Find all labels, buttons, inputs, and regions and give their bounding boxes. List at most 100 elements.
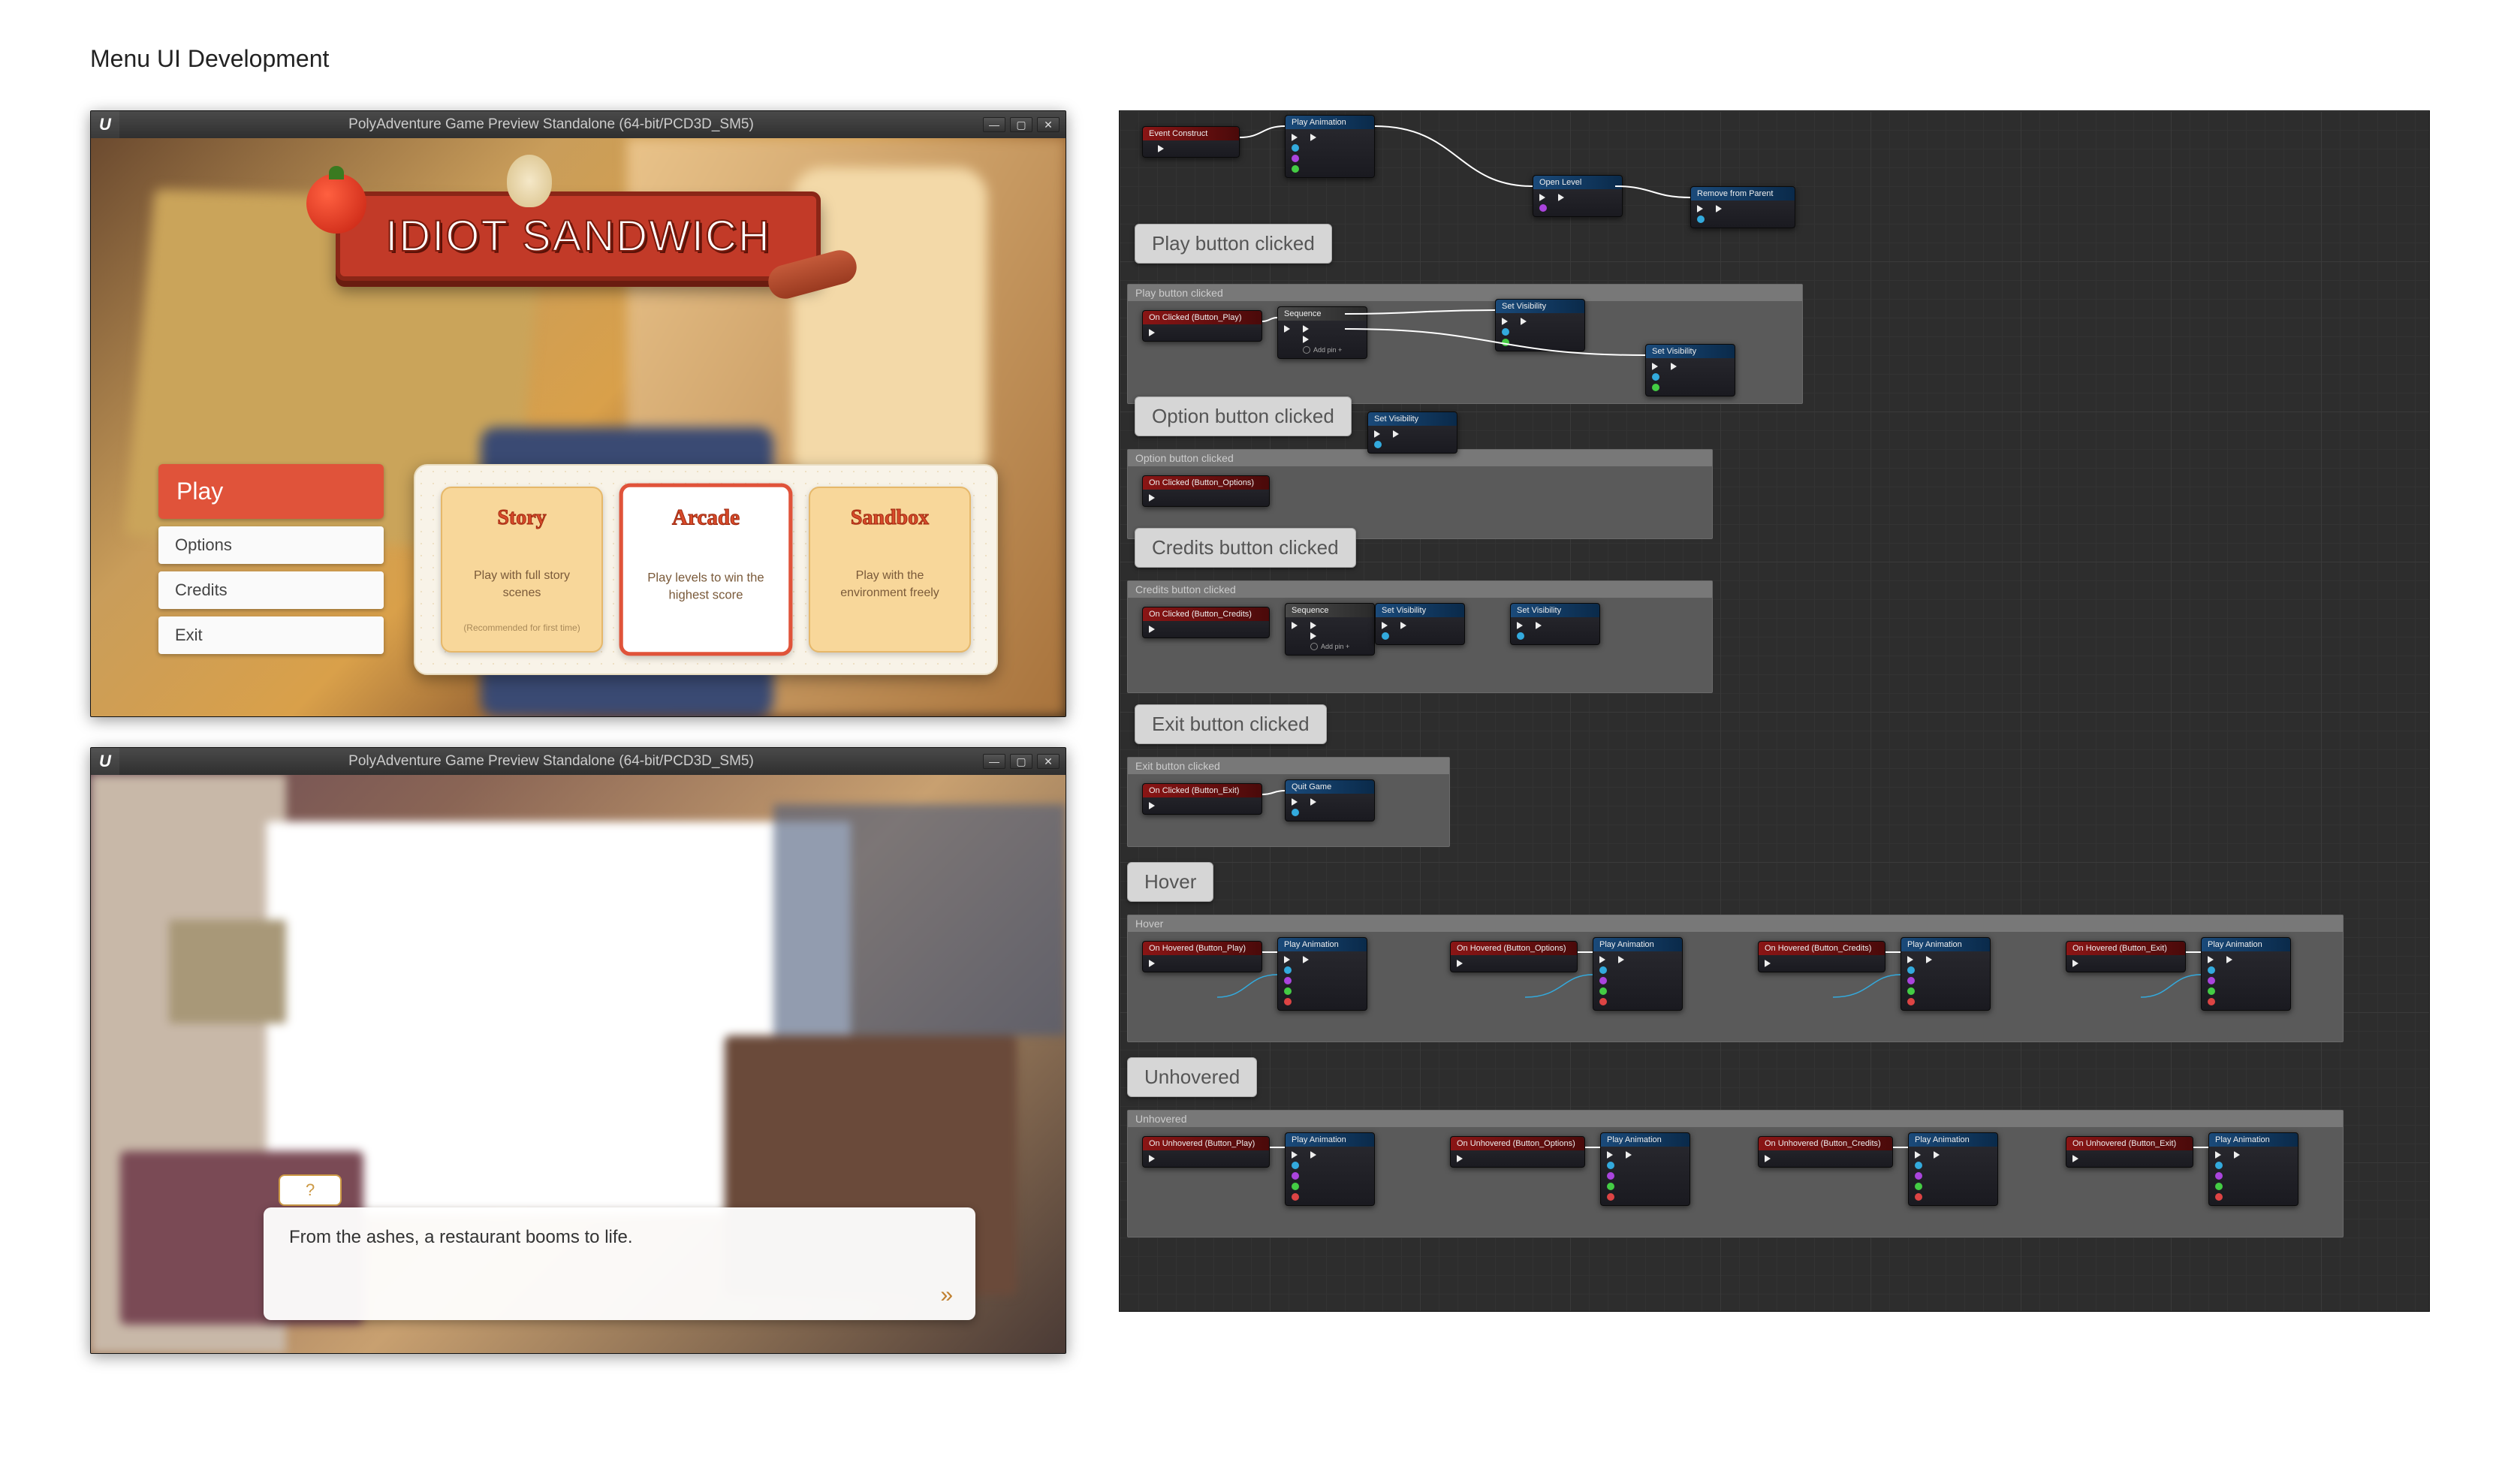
node-title: Play Animation [1601,1133,1690,1147]
mode-story-note: (Recommended for first time) [463,622,580,633]
node-set-visibility[interactable]: Set Visibility [1495,299,1585,351]
node-event-construct[interactable]: Event Construct [1142,126,1240,158]
close-button[interactable]: ✕ [1037,754,1060,769]
node-title: Play Animation [1286,1133,1374,1147]
node-sequence[interactable]: Sequence Add pin + [1277,306,1367,359]
node-set-visibility[interactable]: Set Visibility [1645,344,1735,396]
vn-viewport[interactable]: ? From the ashes, a restaurant booms to … [91,775,1066,1353]
node-title: Play Animation [1286,116,1374,129]
node-title: On Clicked (Button_Play) [1143,311,1262,324]
blueprint-graph[interactable]: Event Construct Play Animation Open Leve… [1119,110,2430,1312]
node-onunhovered-play[interactable]: On Unhovered (Button_Play) [1142,1136,1270,1168]
node-play-animation[interactable]: Play Animation [1285,115,1375,178]
node-onclicked-options[interactable]: On Clicked (Button_Options) [1142,475,1270,507]
node-remove-from-parent[interactable]: Remove from Parent [1690,186,1795,228]
menu-exit-button[interactable]: Exit [158,616,384,654]
dialogue-window: U PolyAdventure Game Preview Standalone … [90,747,1066,1354]
node-title: Quit Game [1286,780,1374,794]
mode-panel: Story Play with full story scenes (Recom… [414,464,998,675]
node-play-animation[interactable]: Play Animation [1285,1132,1375,1206]
node-onunhovered-credits[interactable]: On Unhovered (Button_Credits) [1758,1136,1893,1168]
node-onclicked-play[interactable]: On Clicked (Button_Play) [1142,310,1262,342]
tag-play-clicked[interactable]: Play button clicked [1135,224,1332,264]
tag-hover[interactable]: Hover [1127,862,1213,902]
tag-option-clicked[interactable]: Option button clicked [1135,396,1352,436]
node-title: Set Visibility [1368,412,1457,426]
mode-story-card[interactable]: Story Play with full story scenes (Recom… [441,487,603,653]
node-onclicked-exit[interactable]: On Clicked (Button_Exit) [1142,783,1262,815]
node-play-animation[interactable]: Play Animation [1600,1132,1690,1206]
dialogue-box[interactable]: From the ashes, a restaurant booms to li… [264,1207,975,1320]
node-play-animation[interactable]: Play Animation [1901,937,1991,1011]
node-quit-game[interactable]: Quit Game [1285,779,1375,821]
node-title: Play Animation [1909,1133,1997,1147]
node-open-level[interactable]: Open Level [1533,175,1623,217]
node-title: Event Construct [1143,127,1239,140]
close-button[interactable]: ✕ [1037,117,1060,132]
minimize-button[interactable]: — [983,754,1005,769]
node-onhovered-options[interactable]: On Hovered (Button_Options) [1450,941,1578,972]
node-onhovered-play[interactable]: On Hovered (Button_Play) [1142,941,1262,972]
comment-title: Play button clicked [1128,285,1802,301]
node-title: Sequence [1278,307,1367,321]
node-title: On Hovered (Button_Credits) [1759,942,1885,955]
comment-title: Unhovered [1128,1111,2343,1127]
node-set-visibility[interactable]: Set Visibility [1367,411,1457,454]
node-title: Play Animation [1593,938,1682,951]
tag-unhovered[interactable]: Unhovered [1127,1057,1257,1097]
titlebar[interactable]: U PolyAdventure Game Preview Standalone … [91,748,1066,775]
menu-options-button[interactable]: Options [158,526,384,564]
node-title: On Hovered (Button_Play) [1143,942,1262,955]
node-play-animation[interactable]: Play Animation [2208,1132,2298,1206]
advance-icon[interactable]: » [940,1283,953,1308]
node-title: On Clicked (Button_Credits) [1143,607,1269,621]
tomato-icon [306,173,366,234]
node-play-animation[interactable]: Play Animation [1277,937,1367,1011]
mode-arcade-card[interactable]: Arcade Play levels to win the highest sc… [619,484,793,656]
node-title: Set Visibility [1511,604,1599,617]
node-play-animation[interactable]: Play Animation [2201,937,2291,1011]
maximize-button[interactable]: ▢ [1010,117,1032,132]
mode-sandbox-card[interactable]: Sandbox Play with the environment freely [809,487,971,653]
node-set-visibility[interactable]: Set Visibility [1375,603,1465,645]
node-title: On Clicked (Button_Exit) [1143,784,1262,797]
node-onunhovered-options[interactable]: On Unhovered (Button_Options) [1450,1136,1585,1168]
menu-play-button[interactable]: Play [158,464,384,519]
mode-arcade-title: Arcade [672,506,740,531]
node-title: Set Visibility [1646,345,1735,358]
game-viewport: IDIOT SANDWICH Play Options Credits Exit… [91,138,1066,716]
node-title: Play Animation [1901,938,1990,951]
node-title: Open Level [1533,176,1622,189]
node-onunhovered-exit[interactable]: On Unhovered (Button_Exit) [2066,1136,2193,1168]
mode-arcade-desc: Play levels to win the highest score [635,570,776,605]
main-menu-list: Play Options Credits Exit [158,464,384,675]
tag-credits-clicked[interactable]: Credits button clicked [1135,528,1356,568]
node-title: On Hovered (Button_Exit) [2066,942,2185,955]
comment-title: Credits button clicked [1128,581,1712,598]
node-play-animation[interactable]: Play Animation [1908,1132,1998,1206]
tag-exit-clicked[interactable]: Exit button clicked [1135,704,1327,744]
page-title: Menu UI Development [90,45,2430,73]
sausage-icon [764,246,861,303]
node-title: On Clicked (Button_Options) [1143,476,1269,490]
node-onclicked-credits[interactable]: On Clicked (Button_Credits) [1142,607,1270,638]
maximize-button[interactable]: ▢ [1010,754,1032,769]
mode-sandbox-desc: Play with the environment freely [822,568,957,601]
node-onhovered-exit[interactable]: On Hovered (Button_Exit) [2066,941,2186,972]
node-onhovered-credits[interactable]: On Hovered (Button_Credits) [1758,941,1885,972]
menu-credits-button[interactable]: Credits [158,571,384,609]
minimize-button[interactable]: — [983,117,1005,132]
mode-sandbox-title: Sandbox [851,506,929,530]
node-title: Play Animation [2209,1133,2298,1147]
garlic-icon [507,155,552,207]
speaker-name: ? [279,1174,342,1206]
node-sequence[interactable]: Sequence Add pin + [1285,603,1375,656]
titlebar[interactable]: U PolyAdventure Game Preview Standalone … [91,111,1066,138]
game-logo-text: IDIOT SANDWICH [385,211,771,261]
window-title: PolyAdventure Game Preview Standalone (6… [119,753,983,770]
node-title: Sequence [1286,604,1374,617]
dialogue-text: From the ashes, a restaurant booms to li… [289,1227,950,1248]
node-set-visibility[interactable]: Set Visibility [1510,603,1600,645]
mode-story-desc: Play with full story scenes [454,568,589,601]
node-play-animation[interactable]: Play Animation [1593,937,1683,1011]
